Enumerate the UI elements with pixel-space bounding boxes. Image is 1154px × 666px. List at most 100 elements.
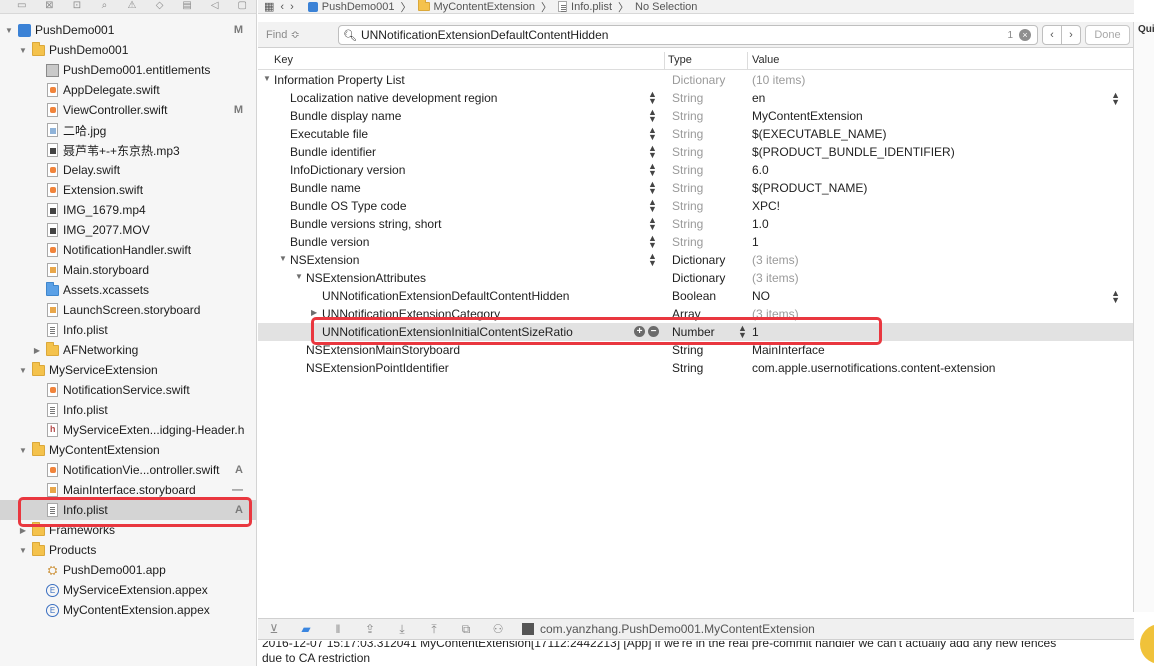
console-output[interactable]: 2016-12-07 15:17:03.312041 MyContentExte… [258, 641, 1134, 666]
key-column-header[interactable]: Key [274, 54, 293, 66]
disclosure-triangle-icon[interactable]: ▼ [18, 546, 28, 555]
find-mode-popup[interactable]: Find ≎ [266, 28, 336, 41]
plist-value[interactable]: 1.0 [752, 217, 769, 231]
breadcrumb-selection[interactable]: No Selection [635, 1, 697, 13]
type-popup-stepper-icon[interactable]: ▲ ▼ [738, 324, 747, 340]
step-over-icon[interactable]: ⇪ [362, 622, 378, 636]
navigator-item[interactable]: MyServiceExten...idging-Header.h [0, 420, 256, 440]
navigator-item[interactable]: ▼ PushDemo001 [0, 40, 256, 60]
plist-row[interactable]: ▼ Information Property List Dictionary (10 … [258, 71, 1134, 89]
plist-type[interactable]: String [672, 109, 703, 123]
plist-key[interactable]: Bundle version [290, 235, 369, 249]
plist-value[interactable]: 1 [752, 235, 759, 249]
navigator-item[interactable]: IMG_2077.MOV [0, 220, 256, 240]
plist-row[interactable]: Localization native development region ▲ ▼… [258, 89, 1134, 107]
plist-type[interactable]: String [672, 217, 703, 231]
plist-type[interactable]: String [672, 199, 703, 213]
plist-key[interactable]: NSExtensionMainStoryboard [306, 343, 460, 357]
value-popup-stepper-icon[interactable]: ▲ ▼ [1111, 289, 1120, 305]
issue-icon[interactable]: ⚠ [118, 1, 146, 13]
plist-key[interactable]: NSExtension [290, 253, 359, 267]
plist-row[interactable]: Bundle name ▲ ▼ String $(PRODUCT_NAME) [258, 179, 1134, 197]
navigator-item[interactable]: ▼ PushDemo001 M [0, 20, 256, 40]
navigator-item[interactable]: Main.storyboard [0, 260, 256, 280]
pause-icon[interactable]: ‖ [330, 622, 346, 636]
value-column-header[interactable]: Value [752, 54, 779, 66]
plist-type[interactable]: Dictionary [672, 253, 725, 267]
type-column-header[interactable]: Type [668, 54, 692, 66]
navigator-item[interactable]: NotificationService.swift [0, 380, 256, 400]
navigator-item[interactable]: PushDemo001.entitlements [0, 60, 256, 80]
plist-type[interactable]: String [672, 145, 703, 159]
plist-value[interactable]: (10 items) [752, 73, 805, 87]
key-popup-stepper-icon[interactable]: ▲ ▼ [648, 90, 657, 106]
breakpoints-icon[interactable]: ▰ [298, 622, 314, 636]
navigator-item[interactable]: AppDelegate.swift [0, 80, 256, 100]
folder-icon[interactable]: ▭ [8, 1, 36, 13]
forward-icon[interactable]: › [290, 1, 294, 13]
plist-value[interactable]: $(PRODUCT_BUNDLE_IDENTIFIER) [752, 145, 955, 159]
symbol-icon[interactable]: ⊡ [63, 1, 91, 13]
navigator-item[interactable]: ▼ MyContentExtension [0, 440, 256, 460]
plist-row[interactable]: UNNotificationExtensionDefaultContentHid… [258, 287, 1134, 305]
plist-type[interactable]: Dictionary [672, 271, 725, 285]
view-debugger-icon[interactable]: ⧉ [458, 622, 474, 636]
disclosure-triangle-icon[interactable]: ▼ [4, 26, 14, 35]
plist-row[interactable]: Bundle identifier ▲ ▼ String $(PRODUCT_BUNDL… [258, 143, 1134, 161]
debug-target[interactable]: com.yanzhang.PushDemo001.MyContentExtens… [522, 622, 815, 636]
find-next-button[interactable]: › [1061, 25, 1081, 45]
plist-row[interactable]: Executable file ▲ ▼ String $(EXECUTABLE_NAME… [258, 125, 1134, 143]
navigator-item[interactable]: 二哈.jpg [0, 120, 256, 140]
plist-row[interactable]: Bundle versions string, short ▲ ▼ String 1.0 [258, 215, 1134, 233]
plist-key[interactable]: Bundle OS Type code [290, 199, 407, 213]
column-divider[interactable] [664, 52, 665, 70]
plist-row[interactable]: NSExtensionPointIdentifier String com.appl… [258, 359, 1134, 377]
plist-value[interactable]: 1 [752, 325, 759, 339]
navigator-item[interactable]: Extension.swift [0, 180, 256, 200]
plist-type[interactable]: Dictionary [672, 73, 725, 87]
plist-key[interactable]: Localization native development region [290, 91, 497, 105]
plist-type[interactable]: String [672, 343, 703, 357]
navigator-item[interactable]: E MyContentExtension.appex [0, 600, 256, 620]
plist-key[interactable]: Executable file [290, 127, 368, 141]
disclosure-triangle-icon[interactable]: ▼ [279, 254, 287, 263]
plist-type[interactable]: String [672, 91, 703, 105]
key-popup-stepper-icon[interactable]: ▲ ▼ [648, 162, 657, 178]
navigator-item[interactable]: MainInterface.storyboard — [0, 480, 256, 500]
navigator-item[interactable]: E MyServiceExtension.appex [0, 580, 256, 600]
clear-icon[interactable]: × [1019, 29, 1031, 41]
navigator-item[interactable]: Info.plist A [0, 500, 256, 520]
search-icon[interactable]: 🔍︎ [343, 29, 357, 42]
plist-key[interactable]: Bundle display name [290, 109, 401, 123]
breadcrumb-project[interactable]: PushDemo001 [307, 1, 395, 13]
plist-key[interactable]: Bundle name [290, 181, 361, 195]
plist-value[interactable]: (3 items) [752, 271, 799, 285]
plist-row[interactable]: UNNotificationExtensionInitialContentSiz… [258, 323, 1134, 341]
navigator-item[interactable]: Info.plist [0, 320, 256, 340]
plist-row[interactable]: NSExtensionMainStoryboard String MainInter… [258, 341, 1134, 359]
plist-value[interactable]: com.apple.usernotifications.content-exte… [752, 361, 995, 375]
key-popup-stepper-icon[interactable]: ▲ ▼ [648, 198, 657, 214]
navigator-item[interactable]: ⛭ PushDemo001.app [0, 560, 256, 580]
plist-value[interactable]: $(PRODUCT_NAME) [752, 181, 867, 195]
find-done-button[interactable]: Done [1085, 25, 1130, 45]
step-out-icon[interactable]: ⤒ [426, 622, 442, 636]
navigator-item[interactable]: Assets.xcassets [0, 280, 256, 300]
key-popup-stepper-icon[interactable]: ▲ ▼ [648, 180, 657, 196]
plist-key[interactable]: InfoDictionary version [290, 163, 405, 177]
plist-type[interactable]: String [672, 235, 703, 249]
add-row-icon[interactable]: + [634, 326, 645, 337]
source-control-icon[interactable]: ⊠ [36, 1, 64, 13]
related-items-icon[interactable]: ▦ [264, 0, 274, 13]
plist-row[interactable]: Bundle display name ▲ ▼ String MyContentExte… [258, 107, 1134, 125]
disclosure-triangle-icon[interactable]: ▼ [263, 74, 271, 83]
plist-key[interactable]: UNNotificationExtensionCategory [322, 307, 500, 321]
navigator-item[interactable]: NotificationVie...ontroller.swift A [0, 460, 256, 480]
plist-value[interactable]: en [752, 91, 765, 105]
breakpoint-icon[interactable]: ◁ [201, 1, 229, 13]
disclosure-triangle-icon[interactable]: ▼ [18, 446, 28, 455]
disclosure-triangle-icon[interactable]: ▶ [311, 308, 317, 317]
step-into-icon[interactable]: ⤓ [394, 622, 410, 636]
key-popup-stepper-icon[interactable]: ▲ ▼ [648, 234, 657, 250]
navigator-item[interactable]: Delay.swift [0, 160, 256, 180]
